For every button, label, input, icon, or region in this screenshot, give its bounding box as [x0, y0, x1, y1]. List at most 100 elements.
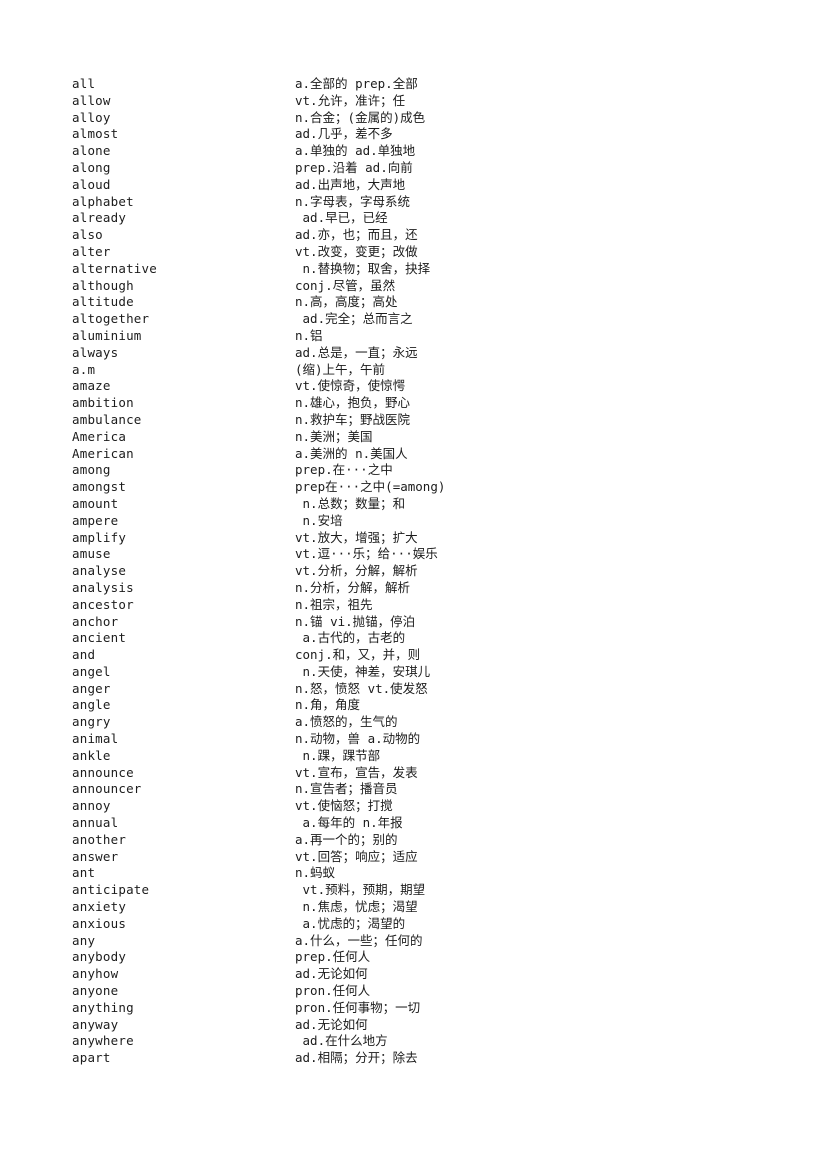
- word-term: angry: [72, 714, 111, 730]
- vocabulary-entry: although conj.尽管，虽然: [72, 278, 772, 295]
- word-definition: n.动物，兽 a.动物的: [295, 731, 421, 747]
- word-term: anywhere: [72, 1033, 134, 1049]
- word-term: America: [72, 428, 127, 444]
- word-definition: n.祖宗，祖先: [295, 596, 373, 612]
- word-definition: ad.在什么地方: [295, 1033, 388, 1049]
- word-definition: vt.改变，变更；改做: [295, 243, 418, 259]
- vocabulary-entry: answer vt.回答；响应；适应: [72, 849, 772, 866]
- word-definition: n.踝，踝节部: [295, 747, 381, 763]
- word-term: ancestor: [72, 596, 134, 612]
- word-term: ancient: [72, 630, 127, 646]
- word-term: anyway: [72, 1016, 119, 1032]
- vocabulary-entry: analyse vt.分析，分解，解析: [72, 563, 772, 580]
- vocabulary-entry: ampere n.安培: [72, 513, 772, 530]
- word-term: answer: [72, 848, 119, 864]
- vocabulary-entry: apart ad.相隔；分开；除去: [72, 1050, 772, 1067]
- word-definition: n.怒，愤怒 vt.使发怒: [295, 680, 428, 696]
- word-term: ankle: [72, 747, 111, 763]
- word-term: anything: [72, 999, 134, 1015]
- vocabulary-entry: American a.美洲的 n.美国人: [72, 446, 772, 463]
- word-definition: a.再一个的；别的: [295, 831, 398, 847]
- word-definition: conj.和，又，并，则: [295, 647, 421, 663]
- word-definition: prep.任何人: [295, 949, 371, 965]
- word-definition: n.焦虑，忧虑；渴望: [295, 899, 418, 915]
- vocabulary-entry: along prep.沿着 ad.向前: [72, 160, 772, 177]
- vocabulary-entry: alter vt.改变，变更；改做: [72, 244, 772, 261]
- document-page: all a.全部的 prep.全部 allow vt.允许，准许；任 alloy n.合金…: [0, 0, 827, 1170]
- word-term: almost: [72, 126, 119, 142]
- word-term: anchor: [72, 613, 119, 629]
- vocabulary-entry: ancestor n.祖宗，祖先: [72, 597, 772, 614]
- word-definition: ad.相隔；分开；除去: [295, 1050, 418, 1066]
- vocabulary-entry: also ad.亦，也；而且，还: [72, 227, 772, 244]
- word-term: anger: [72, 680, 111, 696]
- vocabulary-entry: amaze vt.使惊奇，使惊愕: [72, 378, 772, 395]
- word-term: a.m: [72, 361, 96, 377]
- word-term: amount: [72, 495, 119, 511]
- word-term: ampere: [72, 512, 119, 528]
- word-definition: ad.亦，也；而且，还: [295, 227, 418, 243]
- word-term: already: [72, 210, 127, 226]
- word-definition: a.全部的 prep.全部: [295, 76, 418, 91]
- vocabulary-entry: anyhow ad.无论如何: [72, 966, 772, 983]
- word-term: ambition: [72, 395, 134, 411]
- word-term: angel: [72, 663, 111, 679]
- word-definition: vt.允许，准许；任: [295, 92, 406, 108]
- word-term: allow: [72, 92, 111, 108]
- word-definition: vt.逗···乐；给···娱乐: [295, 546, 438, 562]
- word-definition: n.总数；数量；和: [295, 495, 406, 511]
- word-term: anxious: [72, 915, 127, 931]
- word-definition: ad.无论如何: [295, 1016, 368, 1032]
- word-term: anxiety: [72, 899, 127, 915]
- vocabulary-entry: all a.全部的 prep.全部: [72, 76, 772, 93]
- word-definition: n.美洲；美国: [295, 428, 373, 444]
- word-term: any: [72, 932, 96, 948]
- word-term: American: [72, 445, 134, 461]
- word-definition: n.高，高度；高处: [295, 294, 398, 310]
- word-definition: a.什么，一些；任何的: [295, 932, 423, 948]
- word-definition: ad.无论如何: [295, 966, 368, 982]
- word-definition: n.分析，分解，解析: [295, 579, 411, 595]
- vocabulary-entry: amount n.总数；数量；和: [72, 496, 772, 513]
- word-definition: ad.早已，已经: [295, 210, 388, 226]
- vocabulary-entry: anything pron.任何事物；一切: [72, 1000, 772, 1017]
- word-term: alternative: [72, 260, 157, 276]
- word-term: altogether: [72, 311, 150, 327]
- word-term: altitude: [72, 294, 134, 310]
- vocabulary-entry: a.m (缩)上午，午前: [72, 362, 772, 379]
- vocabulary-entry: angel n.天使，神差，安琪儿: [72, 664, 772, 681]
- vocabulary-entry: and conj.和，又，并，则: [72, 647, 772, 664]
- word-term: annual: [72, 815, 119, 831]
- word-definition: prep.沿着 ad.向前: [295, 159, 413, 175]
- word-term: analysis: [72, 579, 134, 595]
- vocabulary-entry: amongst prep在···之中(=among): [72, 479, 772, 496]
- word-definition: a.美洲的 n.美国人: [295, 445, 408, 461]
- word-term: anyhow: [72, 966, 119, 982]
- vocabulary-entry: America n.美洲；美国: [72, 429, 772, 446]
- word-term: alloy: [72, 109, 111, 125]
- word-term: alter: [72, 243, 111, 259]
- vocabulary-entry: another a.再一个的；别的: [72, 832, 772, 849]
- vocabulary-entry: anyway ad.无论如何: [72, 1017, 772, 1034]
- vocabulary-entry: angle n.角，角度: [72, 697, 772, 714]
- word-definition: pron.任何人: [295, 983, 371, 999]
- vocabulary-entry: aloud ad.出声地，大声地: [72, 177, 772, 194]
- vocabulary-entry: anxiety n.焦虑，忧虑；渴望: [72, 899, 772, 916]
- word-definition: n.救护车；野战医院: [295, 411, 411, 427]
- vocabulary-entry: always ad.总是，一直；永远: [72, 345, 772, 362]
- word-term: all: [72, 76, 96, 91]
- vocabulary-entry: announcer n.宣告者；播音员: [72, 781, 772, 798]
- vocabulary-entry: alone a.单独的 ad.单独地: [72, 143, 772, 160]
- word-term: announcer: [72, 781, 142, 797]
- word-term: aloud: [72, 176, 111, 192]
- word-definition: vt.分析，分解，解析: [295, 563, 418, 579]
- vocabulary-entry: alloy n.合金；(金属的)成色: [72, 110, 772, 127]
- word-definition: n.字母表，字母系统: [295, 193, 411, 209]
- word-term: and: [72, 647, 96, 663]
- vocabulary-entry: ambition n.雄心，抱负，野心: [72, 395, 772, 412]
- vocabulary-entry: anchor n.锚 vi.抛锚，停泊: [72, 614, 772, 631]
- word-definition: n.安培: [295, 512, 343, 528]
- word-definition: ad.总是，一直；永远: [295, 344, 418, 360]
- word-term: amongst: [72, 479, 127, 495]
- word-term: ant: [72, 865, 96, 881]
